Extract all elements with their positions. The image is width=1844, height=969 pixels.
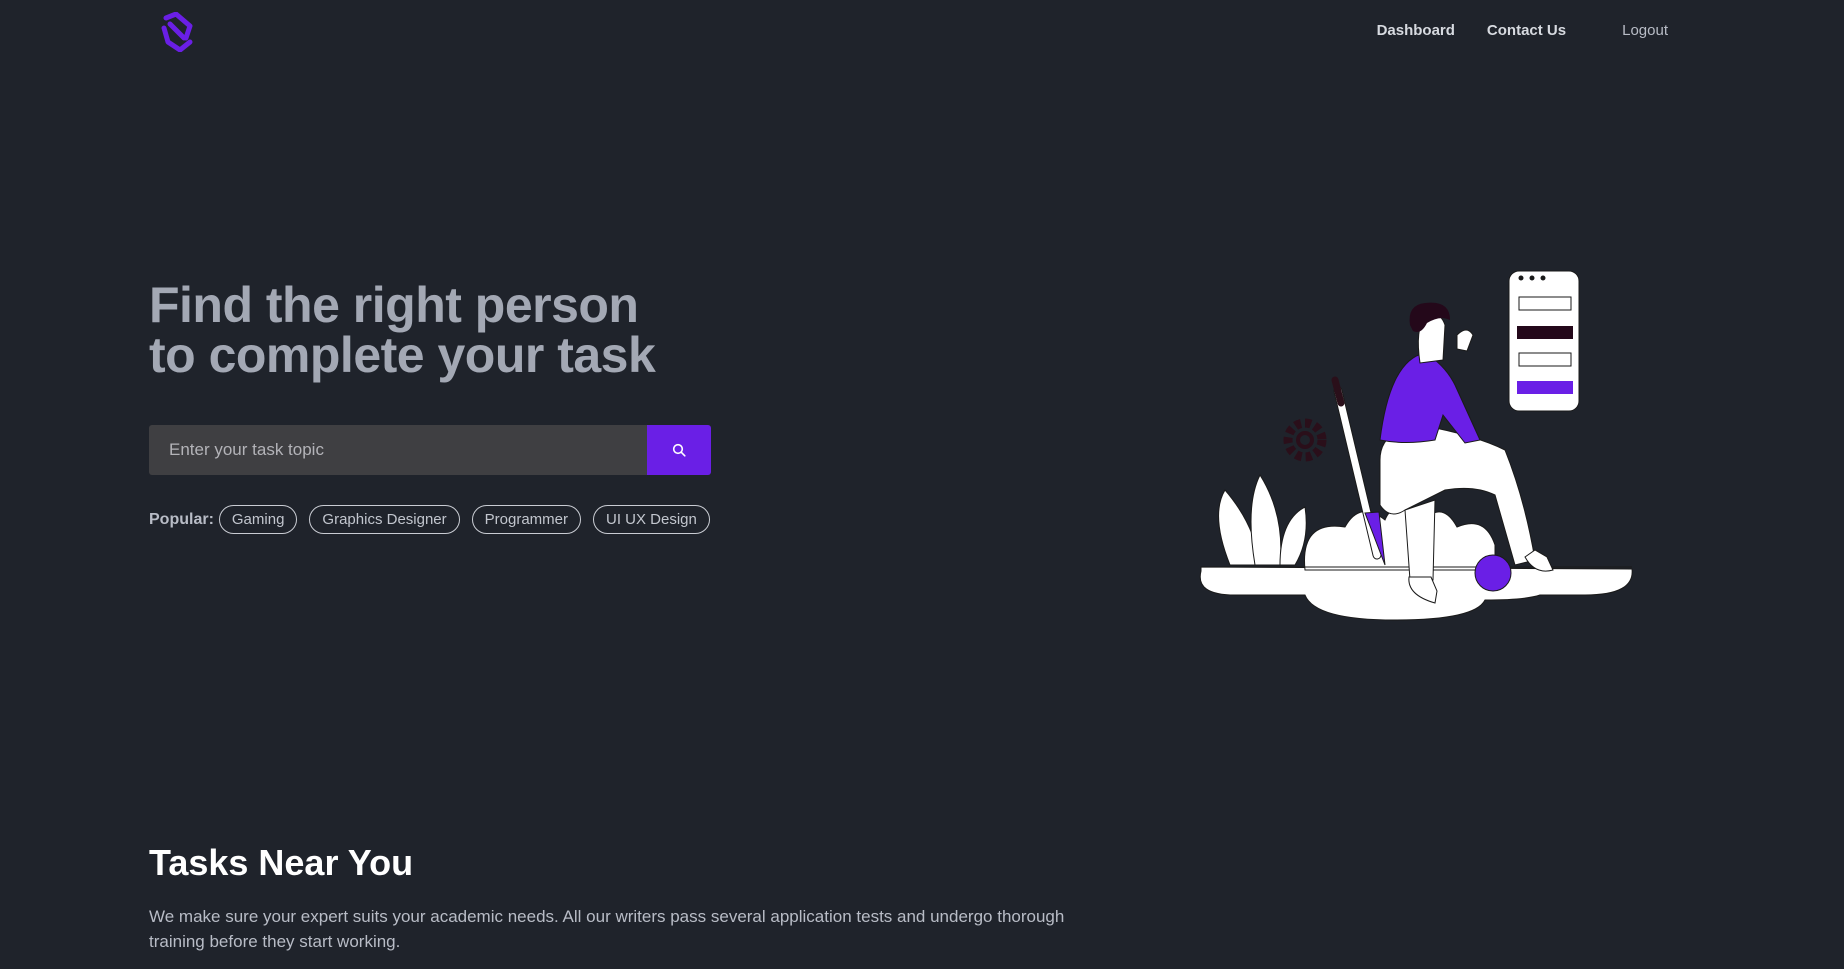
- task-search-bar: [149, 425, 711, 475]
- person-with-phone-illustration: [1199, 270, 1633, 621]
- nav-logout-link[interactable]: Logout: [1622, 22, 1668, 39]
- hero-title-line-1: Find the right person: [149, 277, 639, 333]
- search-button[interactable]: [647, 425, 711, 475]
- brand-logo-icon[interactable]: [156, 12, 198, 52]
- tag-ui-ux-design[interactable]: UI UX Design: [593, 505, 710, 534]
- nav-dashboard-link[interactable]: Dashboard: [1377, 22, 1455, 39]
- popular-label: Popular:: [149, 510, 214, 528]
- popular-tags: Popular: Gaming Graphics Designer Progra…: [149, 505, 722, 534]
- tag-gaming[interactable]: Gaming: [218, 505, 298, 534]
- section-description: We make sure your expert suits your acad…: [149, 907, 1065, 951]
- hero-title-line-2: to complete your task: [149, 327, 656, 383]
- main-nav: Dashboard Contact Us Logout: [1345, 22, 1668, 39]
- tag-programmer[interactable]: Programmer: [471, 505, 581, 534]
- hero-title: Find the right person to complete your t…: [149, 277, 656, 383]
- nav-contact-link[interactable]: Contact Us: [1487, 22, 1566, 39]
- page: Dashboard Contact Us Logout Find the rig…: [0, 0, 1844, 969]
- task-search-input[interactable]: [149, 425, 647, 475]
- tag-graphics-designer[interactable]: Graphics Designer: [309, 505, 460, 534]
- section-title: Tasks Near You: [149, 842, 414, 883]
- search-icon: [672, 443, 686, 457]
